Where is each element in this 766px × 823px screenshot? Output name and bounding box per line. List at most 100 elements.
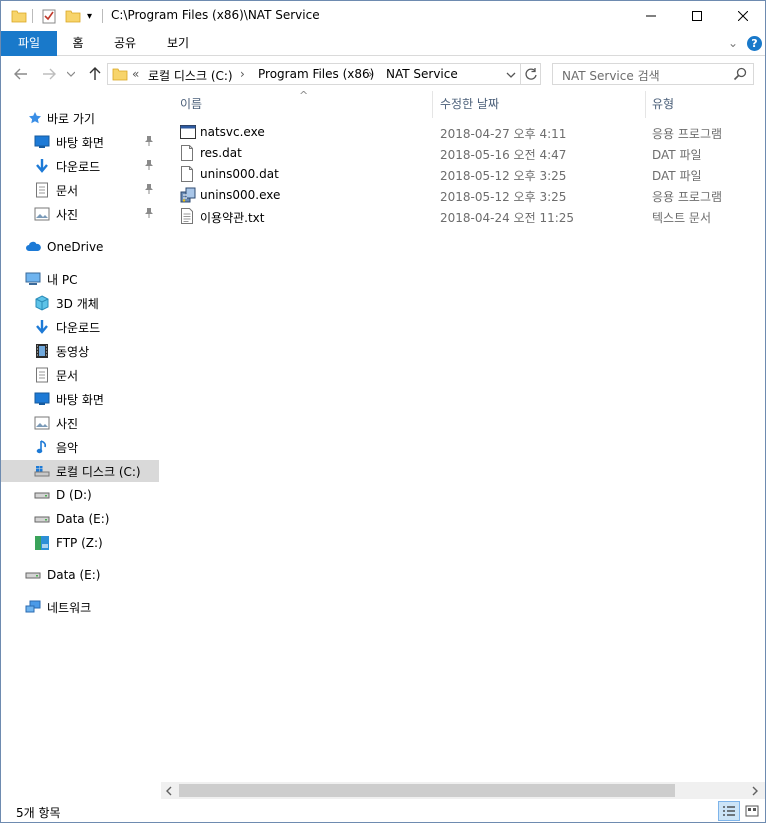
navigation-pane: 바로 가기 바탕 화면 다운로드 문서 사진 OneDrive 내 PC 3D … — [1, 91, 159, 801]
pin-icon[interactable] — [144, 207, 156, 221]
nav-pc-3d-objects[interactable]: 3D 개체 — [1, 292, 159, 314]
column-header-name[interactable]: 이름 — [180, 91, 430, 118]
pin-icon[interactable] — [144, 135, 156, 149]
nav-quick-documents[interactable]: 문서 — [1, 179, 159, 201]
details-view-button[interactable] — [718, 801, 740, 821]
nav-label: 로컬 디스크 (C:) — [56, 464, 141, 479]
nav-label: 바탕 화면 — [56, 135, 104, 150]
minimize-button[interactable] — [628, 1, 674, 31]
breadcrumb-nat-service[interactable]: NAT Service — [386, 67, 458, 81]
scrollbar-thumb[interactable] — [179, 784, 675, 797]
search-input[interactable]: NAT Service 검색 — [552, 63, 754, 85]
pictures-icon — [34, 415, 50, 431]
breadcrumb-separator[interactable]: › — [240, 67, 245, 81]
nav-pc-videos[interactable]: 동영상 — [1, 340, 159, 362]
column-header-date[interactable]: 수정한 날짜 — [440, 91, 640, 118]
text-file-icon — [180, 208, 196, 225]
address-row: « 로컬 디스크 (C:) › Program Files (x86) › NA… — [1, 57, 765, 91]
item-count: 5개 항목 — [16, 806, 61, 820]
drive-windows-icon — [34, 463, 50, 479]
tab-home[interactable]: 홈 — [61, 31, 95, 56]
large-icons-view-icon — [745, 805, 759, 817]
nav-quick-desktop[interactable]: 바탕 화면 — [1, 131, 159, 153]
breadcrumb-local-disk[interactable]: 로컬 디스크 (C:) — [148, 67, 233, 84]
nav-pc-music[interactable]: 음악 — [1, 436, 159, 458]
properties-icon[interactable] — [41, 7, 57, 25]
folder-icon — [11, 7, 27, 25]
search-icon[interactable] — [733, 67, 747, 84]
nav-onedrive[interactable]: OneDrive — [1, 236, 159, 258]
nav-this-pc[interactable]: 내 PC — [1, 268, 159, 290]
forward-button[interactable] — [39, 64, 59, 84]
desktop-icon — [34, 391, 50, 407]
file-name: unins000.exe — [200, 188, 281, 202]
nav-quick-pictures[interactable]: 사진 — [1, 203, 159, 225]
nav-label: 바탕 화면 — [56, 392, 104, 407]
maximize-button[interactable] — [674, 1, 720, 31]
drive-icon — [34, 487, 50, 503]
nav-label: 3D 개체 — [56, 296, 99, 311]
file-row[interactable]: 이용약관.txt 2018-04-24 오전 11:25 텍스트 문서 — [161, 206, 765, 227]
address-bar[interactable]: « 로컬 디스크 (C:) › Program Files (x86) › NA… — [107, 63, 541, 85]
nav-label: 다운로드 — [56, 159, 101, 174]
file-row[interactable]: res.dat 2018-05-16 오전 4:47 DAT 파일 — [161, 143, 765, 164]
large-icons-view-button[interactable] — [741, 801, 763, 821]
address-divider — [520, 64, 521, 84]
pin-icon[interactable] — [144, 183, 156, 197]
nav-label: 동영상 — [56, 344, 90, 359]
breadcrumb-program-files[interactable]: Program Files (x86) — [258, 67, 374, 81]
scroll-left-icon[interactable] — [165, 785, 173, 799]
nav-pc-local-disk-c[interactable]: 로컬 디스크 (C:) — [1, 460, 159, 482]
tab-view[interactable]: 보기 — [156, 31, 200, 56]
file-row[interactable]: unins000.exe 2018-05-12 오후 3:25 응용 프로그램 — [161, 185, 765, 206]
column-header-type[interactable]: 유형 — [652, 91, 752, 118]
horizontal-scrollbar[interactable] — [161, 782, 765, 799]
up-button[interactable] — [85, 64, 105, 84]
nav-pc-desktop[interactable]: 바탕 화면 — [1, 388, 159, 410]
nav-label: 내 PC — [47, 272, 78, 287]
breadcrumb-separator[interactable]: › — [368, 67, 373, 81]
breadcrumb-overflow[interactable]: « — [132, 67, 139, 81]
explorer-window: ▾ C:\Program Files (x86)\NAT Service 파일 … — [0, 0, 766, 823]
nav-pc-drive-d[interactable]: D (D:) — [1, 484, 159, 506]
installer-icon — [180, 187, 196, 204]
search-placeholder: NAT Service 검색 — [562, 69, 660, 83]
tab-file[interactable]: 파일 — [1, 31, 57, 56]
file-type: 응용 프로그램 — [652, 127, 723, 141]
nav-data-drive[interactable]: Data (E:) — [1, 564, 159, 586]
file-name: 이용약관.txt — [200, 211, 265, 225]
nav-quick-access[interactable]: 바로 가기 — [1, 107, 159, 129]
star-icon — [27, 110, 43, 126]
column-divider[interactable] — [645, 91, 646, 118]
nav-pc-documents[interactable]: 문서 — [1, 364, 159, 386]
help-icon[interactable]: ? — [747, 36, 762, 51]
file-row[interactable]: natsvc.exe 2018-04-27 오후 4:11 응용 프로그램 — [161, 122, 765, 143]
nav-network[interactable]: 네트워크 — [1, 596, 159, 618]
nav-pc-drive-e[interactable]: Data (E:) — [1, 508, 159, 530]
file-type: DAT 파일 — [652, 169, 702, 183]
music-note-icon — [34, 439, 50, 455]
window-title: C:\Program Files (x86)\NAT Service — [111, 8, 320, 22]
new-folder-icon[interactable] — [65, 7, 81, 25]
scroll-right-icon[interactable] — [751, 785, 759, 799]
back-button[interactable] — [11, 64, 31, 84]
tab-share[interactable]: 공유 — [105, 31, 145, 56]
file-row[interactable]: unins000.dat 2018-05-12 오후 3:25 DAT 파일 — [161, 164, 765, 185]
nav-pc-pictures[interactable]: 사진 — [1, 412, 159, 434]
ribbon-collapse-icon[interactable]: ⌄ — [723, 31, 743, 56]
pictures-icon — [34, 206, 50, 222]
nav-pc-drive-z[interactable]: FTP (Z:) — [1, 532, 159, 554]
nav-pc-downloads[interactable]: 다운로드 — [1, 316, 159, 338]
refresh-icon[interactable] — [524, 67, 538, 84]
recent-locations-button[interactable] — [64, 64, 78, 84]
column-divider[interactable] — [432, 91, 433, 118]
file-date: 2018-05-16 오전 4:47 — [440, 148, 567, 162]
address-dropdown-icon[interactable] — [506, 68, 516, 82]
close-button[interactable] — [720, 1, 766, 31]
qa-divider — [32, 9, 33, 23]
file-date: 2018-04-24 오전 11:25 — [440, 211, 575, 225]
qa-dropdown-icon[interactable]: ▾ — [87, 7, 92, 25]
chevron-down-icon — [67, 71, 75, 77]
nav-quick-downloads[interactable]: 다운로드 — [1, 155, 159, 177]
pin-icon[interactable] — [144, 159, 156, 173]
